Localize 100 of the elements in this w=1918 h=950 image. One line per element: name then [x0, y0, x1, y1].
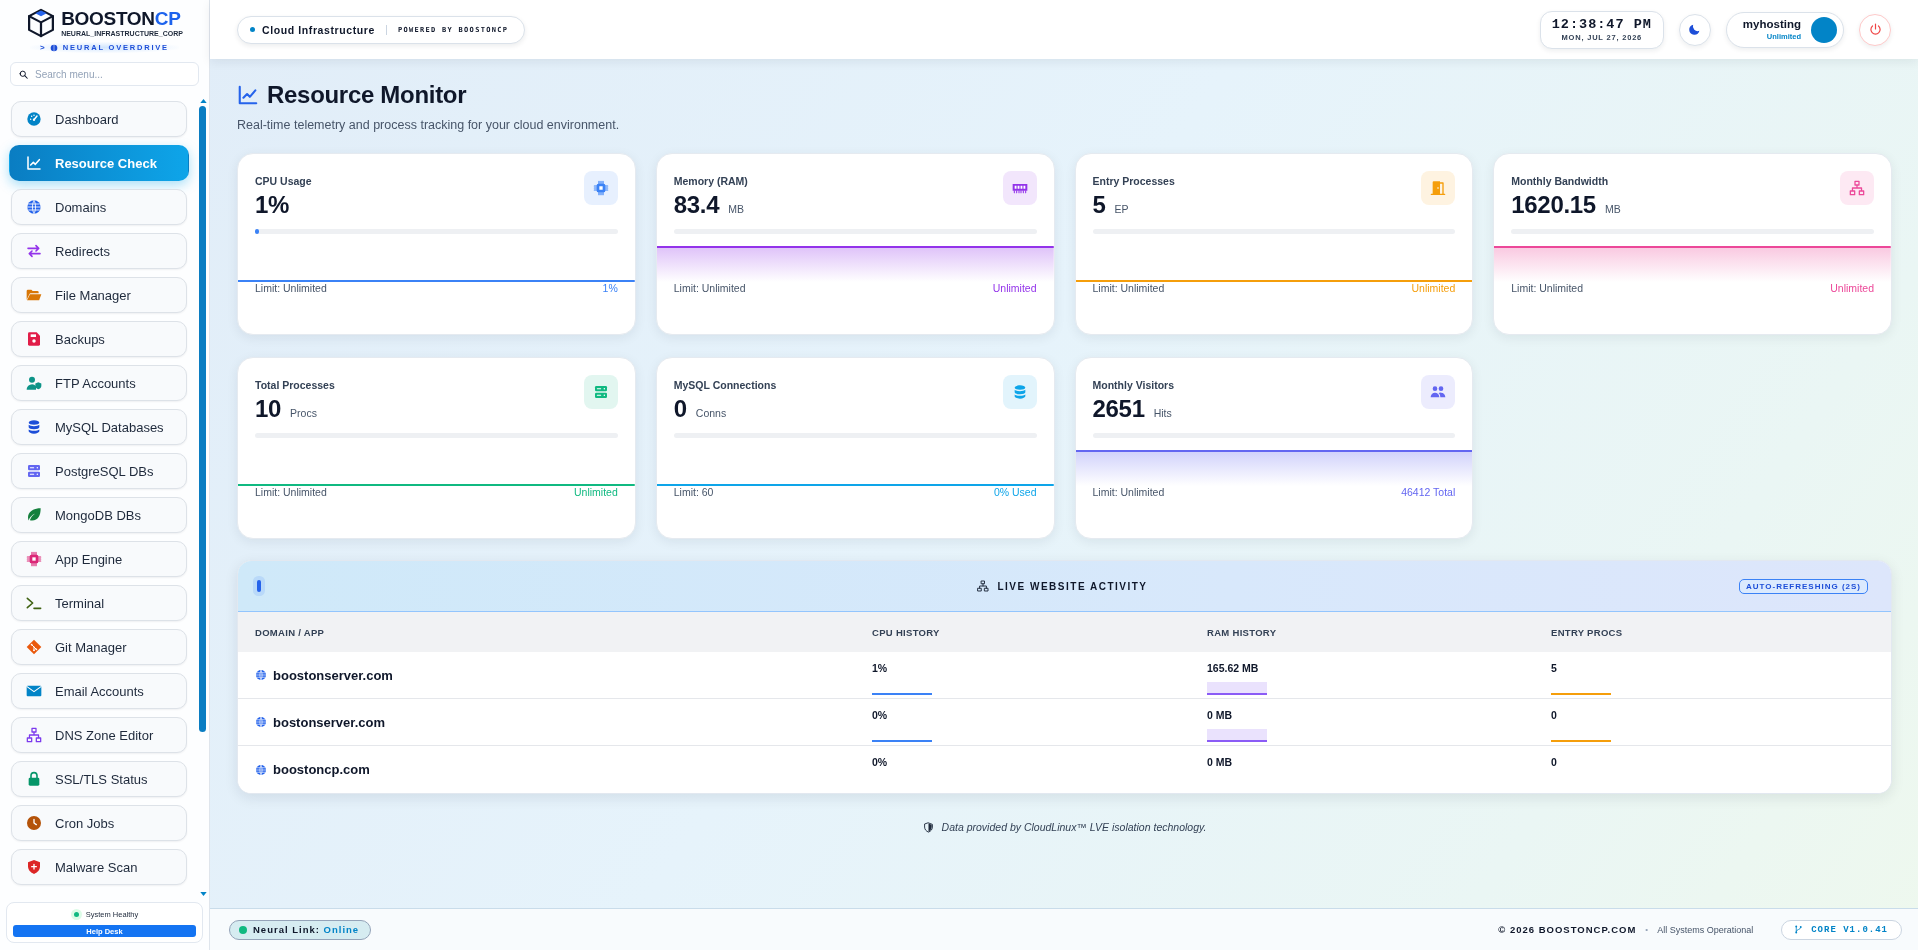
- metric-value: 1%: [255, 191, 290, 219]
- metric-value: 83.4: [673, 191, 720, 219]
- table-cell: 0: [1551, 756, 1557, 769]
- limit-label: Limit: 60: [673, 485, 714, 499]
- sidebar-item[interactable]: Terminal: [11, 585, 187, 621]
- sidebar-item[interactable]: Email Accounts: [11, 673, 187, 709]
- column-header: CPU HISTORY: [872, 626, 941, 638]
- metric-label: MySQL Connections: [673, 379, 777, 392]
- user-shield-icon: [26, 375, 42, 391]
- globe-icon: [255, 669, 267, 681]
- page-title: Resource Monitor: [267, 81, 467, 109]
- cube-logo-icon: [26, 8, 57, 38]
- metric-label: Monthly Visitors: [1092, 379, 1174, 392]
- metric-value: 2651: [1092, 395, 1145, 423]
- table-cell: 0%: [872, 756, 888, 769]
- table-cell: 0: [1551, 709, 1557, 722]
- sidebar-item[interactable]: Cron Jobs: [11, 805, 187, 841]
- metric-reading: Unlimited: [1411, 281, 1456, 295]
- metric-label: Memory (RAM): [673, 175, 748, 188]
- sidebar-item[interactable]: DNS Zone Editor: [11, 717, 187, 753]
- metric-value: 5: [1092, 191, 1106, 219]
- sidebar-item[interactable]: Git Manager: [11, 629, 187, 665]
- moon-icon: [1688, 23, 1702, 36]
- theme-toggle-button[interactable]: [1678, 13, 1711, 46]
- line-chart-icon: [237, 84, 259, 106]
- page-subtitle: Real-time telemetry and process tracking for your cloud environment.: [237, 118, 621, 133]
- server-icon: [26, 463, 42, 479]
- footnote-text: Data provided by CloudLinux™ LVE isolation technology.: [941, 821, 1207, 833]
- scrollbar-thumb[interactable]: [199, 106, 206, 733]
- globe-icon: [26, 199, 42, 215]
- leaf-icon: [26, 507, 42, 523]
- scroll-up-icon[interactable]: [199, 99, 207, 103]
- pulse-bar-icon: [257, 580, 261, 592]
- table-cell: 165.62 MB: [1207, 662, 1259, 675]
- limit-label: Limit: Unlimited: [1092, 485, 1165, 499]
- metric-reading: 1%: [602, 281, 618, 295]
- metric-unit: Hits: [1153, 407, 1172, 419]
- metric-unit: Conns: [695, 407, 727, 419]
- sidebar-item[interactable]: App Engine: [11, 541, 187, 577]
- status-dot-icon: [250, 27, 255, 32]
- scroll-down-icon[interactable]: [199, 892, 207, 896]
- sidebar-item[interactable]: MongoDB DBs: [11, 497, 187, 533]
- sitemap-icon: [26, 727, 42, 743]
- metric-value: 0: [673, 395, 687, 423]
- users-icon: [1421, 375, 1456, 409]
- domain-name: boostoncp.com: [273, 762, 370, 777]
- sidebar-item[interactable]: Resource Check: [9, 145, 189, 181]
- sidebar-item[interactable]: MySQL Databases: [11, 409, 187, 445]
- connection-status: Neural Link: Online: [253, 924, 360, 935]
- lock-icon: [26, 771, 42, 787]
- prompt-symbol: >: [40, 43, 45, 52]
- domain-name: bostonserver.com: [273, 714, 385, 730]
- swap-arrows-icon: [26, 243, 42, 259]
- sidebar-item[interactable]: SSL/TLS Status: [11, 761, 187, 797]
- column-header: ENTRY PROCS: [1551, 626, 1624, 638]
- sidebar-item[interactable]: Domains: [11, 189, 187, 225]
- system-status: All Systems Operational: [1657, 924, 1754, 935]
- logout-button[interactable]: [1859, 13, 1891, 46]
- sidebar-item[interactable]: Dashboard: [11, 101, 187, 137]
- column-header: RAM HISTORY: [1207, 626, 1278, 638]
- separator-dot: •: [1645, 925, 1649, 934]
- table-cell: 0 MB: [1207, 709, 1233, 722]
- door-icon: [1421, 171, 1456, 205]
- domain-name: boostonserver.com: [273, 667, 393, 683]
- limit-label: Limit: Unlimited: [255, 281, 327, 295]
- metric-label: Monthly Bandwidth: [1511, 175, 1610, 188]
- clock-icon: [26, 815, 42, 831]
- microchip-icon: [26, 551, 42, 567]
- sitemap-icon: [1840, 171, 1874, 205]
- sidebar-item[interactable]: Redirects: [11, 233, 187, 269]
- metric-label: Total Processes: [255, 379, 335, 392]
- sidebar-item[interactable]: Backups: [11, 321, 187, 357]
- branch-icon: [1794, 925, 1804, 934]
- database-icon: [26, 419, 42, 435]
- line-chart-icon: [26, 155, 42, 171]
- gauge-icon: [26, 111, 42, 127]
- avatar-icon: [1811, 16, 1837, 43]
- git-icon: [26, 639, 42, 655]
- search-field[interactable]: Search menu...: [10, 62, 199, 86]
- context-label: Cloud Infrastructure: [262, 23, 375, 36]
- sidebar-item[interactable]: Malware Scan: [11, 849, 187, 885]
- sidebar-item[interactable]: FTP Accounts: [11, 365, 187, 401]
- folder-icon: [26, 287, 42, 303]
- server-icon: [583, 375, 618, 409]
- metric-reading: 46412 Total: [1401, 485, 1456, 499]
- envelope-icon: [26, 683, 42, 699]
- panel-title: LIVE WEBSITE ACTIVITY: [997, 580, 1148, 592]
- metric-unit: Procs: [290, 407, 317, 419]
- sidebar-item[interactable]: File Manager: [11, 277, 187, 313]
- metric-unit: EP: [1114, 203, 1129, 215]
- metric-value: 10: [255, 395, 282, 423]
- metric-unit: MB: [1604, 203, 1621, 215]
- status-dot-icon: [239, 925, 247, 934]
- copyright-text: © 2026 BOOSTONCP.COM: [1498, 924, 1637, 935]
- metric-reading: Unlimited: [992, 281, 1037, 295]
- microchip-icon: [583, 171, 618, 205]
- limit-label: Limit: Unlimited: [255, 485, 327, 499]
- metric-reading: Unlimited: [574, 485, 618, 499]
- metric-label: Entry Processes: [1092, 175, 1175, 188]
- sidebar-item[interactable]: PostgreSQL DBs: [11, 453, 187, 489]
